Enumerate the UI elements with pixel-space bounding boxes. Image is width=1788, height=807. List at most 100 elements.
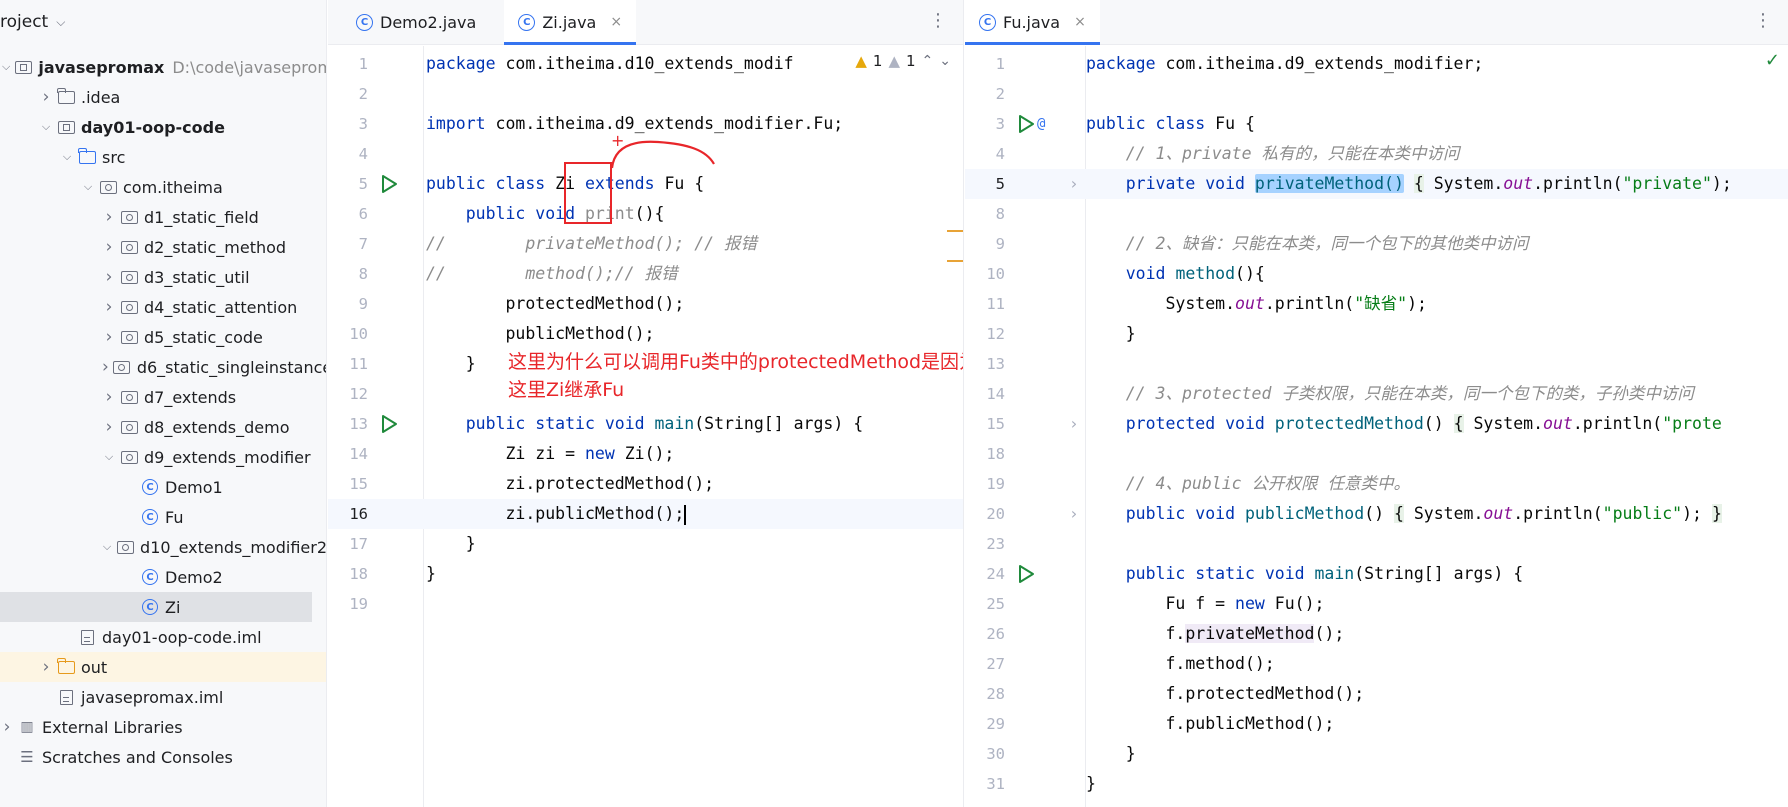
project-header[interactable]: roject ⌵	[0, 0, 326, 44]
tree-item-idea[interactable]: › .idea	[0, 82, 326, 112]
tab-zi-java[interactable]: C Zi.java ×	[504, 0, 637, 45]
line-number[interactable]: 11	[965, 289, 1005, 319]
line-number[interactable]: 28	[965, 679, 1005, 709]
chevron-down-icon[interactable]: ⌵	[56, 15, 65, 30]
code-line[interactable]: 14 Zi zi = new Zi();	[328, 439, 963, 469]
chevron-down-icon[interactable]: ⌵	[81, 180, 95, 194]
code-line[interactable]: 13 public static void main(String[] args…	[328, 409, 963, 439]
tree-item-d9[interactable]: ⌵ d9_extends_modifier	[0, 442, 326, 472]
tree-item-d10[interactable]: ⌵ d10_extends_modifier2	[0, 532, 326, 562]
tree-item-iml[interactable]: day01-oop-code.iml	[0, 622, 326, 652]
code-line[interactable]: 5 public class Zi extends Fu {	[328, 169, 963, 199]
code-line[interactable]: 12	[328, 379, 963, 409]
inspection-widget[interactable]: ▲ 1 ▲ 1 ⌃ ⌄	[849, 52, 951, 70]
code-line[interactable]: 4 // 1、private 私有的，只能在本类中访问	[965, 139, 1788, 169]
code-line[interactable]: 1 package com.itheima.d9_extends_modifier…	[965, 49, 1788, 79]
code-line[interactable]: 19	[328, 589, 963, 619]
chevron-down-icon[interactable]: ⌵	[39, 120, 53, 134]
tree-item-d4[interactable]: › d4_static_attention	[0, 292, 326, 322]
code-line[interactable]: 2	[328, 79, 963, 109]
close-tab-icon[interactable]: ×	[610, 14, 622, 30]
code-line[interactable]: 24 public static void main(String[] args…	[965, 559, 1788, 589]
line-number[interactable]: 30	[965, 739, 1005, 769]
chevron-down-icon[interactable]: ⌵	[2, 60, 10, 74]
code-line[interactable]: 10 publicMethod();	[328, 319, 963, 349]
line-number[interactable]: 9	[965, 229, 1005, 259]
chevron-right-icon[interactable]: ›	[39, 87, 53, 107]
tree-item-ext-libs[interactable]: › ▥ External Libraries	[0, 712, 326, 742]
code-line[interactable]: 14 // 3、protected 子类权限，只能在本类，同一个包下的类，子孙类…	[965, 379, 1788, 409]
code-line[interactable]: 9 protectedMethod();	[328, 289, 963, 319]
line-number[interactable]: 4	[328, 139, 368, 169]
line-number[interactable]: 1	[965, 49, 1005, 79]
run-gutter-icon[interactable]	[380, 414, 398, 434]
close-tab-icon[interactable]: ×	[1074, 14, 1086, 30]
tree-item-out[interactable]: › out	[0, 652, 326, 682]
tree-item-root-iml[interactable]: javasepromax.iml	[0, 682, 326, 712]
tab-menu-icon[interactable]: ⋮	[929, 10, 947, 31]
code-line[interactable]: 20 › public void publicMethod() { System.…	[965, 499, 1788, 529]
tree-item-d2[interactable]: › d2_static_method	[0, 232, 326, 262]
line-number[interactable]: 4	[965, 139, 1005, 169]
chevron-right-icon[interactable]: ›	[39, 657, 53, 677]
tree-item-day01[interactable]: ⌵ day01-oop-code	[0, 112, 326, 142]
warning-marker[interactable]	[947, 260, 963, 262]
code-line[interactable]: 2	[965, 79, 1788, 109]
chevron-right-icon[interactable]: ›	[0, 717, 14, 737]
line-number[interactable]: 14	[965, 379, 1005, 409]
line-number[interactable]: 29	[965, 709, 1005, 739]
chevron-right-icon[interactable]: ›	[102, 417, 116, 437]
line-number[interactable]: 2	[328, 79, 368, 109]
code-line[interactable]: 7 // privateMethod(); // 报错	[328, 229, 963, 259]
code-line[interactable]: 30 }	[965, 739, 1788, 769]
code-area[interactable]: 1 package com.itheima.d10_extends_modif 2 3…	[328, 46, 963, 807]
tree-item-d5[interactable]: › d5_static_code	[0, 322, 326, 352]
code-line[interactable]: 25 Fu f = new Fu();	[965, 589, 1788, 619]
code-line[interactable]: 3 import com.itheima.d9_extends_modifier.…	[328, 109, 963, 139]
line-number[interactable]: 5	[328, 169, 368, 199]
line-number[interactable]: 6	[328, 199, 368, 229]
line-number[interactable]: 13	[965, 349, 1005, 379]
line-number[interactable]: 15	[965, 409, 1005, 439]
code-line[interactable]: 23	[965, 529, 1788, 559]
tree-item-d1[interactable]: › d1_static_field	[0, 202, 326, 232]
tab-demo2-java[interactable]: C Demo2.java	[342, 0, 490, 44]
chevron-right-icon[interactable]: ›	[102, 327, 116, 347]
previous-problem-icon[interactable]: ⌃	[922, 53, 934, 69]
code-line[interactable]: 5 › private void privateMethod() { System…	[965, 169, 1788, 199]
line-number[interactable]: 17	[328, 529, 368, 559]
tab-menu-icon[interactable]: ⋮	[1754, 10, 1772, 31]
next-problem-icon[interactable]: ⌄	[939, 53, 951, 69]
line-number[interactable]: 18	[965, 439, 1005, 469]
line-number[interactable]: 27	[965, 649, 1005, 679]
line-number[interactable]: 9	[328, 289, 368, 319]
code-line[interactable]: 15 zi.protectedMethod();	[328, 469, 963, 499]
tree-item-pkg-itheima[interactable]: ⌵ com.itheima	[0, 172, 326, 202]
line-number[interactable]: 18	[328, 559, 368, 589]
code-line[interactable]: 8 // method();// 报错	[328, 259, 963, 289]
fold-expand-icon[interactable]: ›	[1069, 499, 1079, 529]
line-number[interactable]: 10	[965, 259, 1005, 289]
line-number[interactable]: 16	[328, 499, 368, 529]
chevron-right-icon[interactable]: ›	[102, 357, 109, 377]
implemented-icon[interactable]: @	[1037, 109, 1045, 139]
tree-item-d8[interactable]: › d8_extends_demo	[0, 412, 326, 442]
line-number[interactable]: 12	[965, 319, 1005, 349]
line-number[interactable]: 5	[965, 169, 1005, 199]
code-line[interactable]: 8	[965, 199, 1788, 229]
line-number[interactable]: 8	[965, 199, 1005, 229]
code-line[interactable]: 12 }	[965, 319, 1788, 349]
chevron-right-icon[interactable]: ›	[102, 237, 116, 257]
code-line[interactable]: 26 f.privateMethod();	[965, 619, 1788, 649]
code-line[interactable]: 28 f.protectedMethod();	[965, 679, 1788, 709]
code-line[interactable]: 29 f.publicMethod();	[965, 709, 1788, 739]
chevron-right-icon[interactable]: ›	[102, 207, 116, 227]
tree-item-zi[interactable]: C Zi	[0, 592, 312, 622]
tree-item-d7[interactable]: › d7_extends	[0, 382, 326, 412]
code-line[interactable]: 9 // 2、缺省：只能在本类，同一个包下的其他类中访问	[965, 229, 1788, 259]
line-number[interactable]: 20	[965, 499, 1005, 529]
line-number[interactable]: 10	[328, 319, 368, 349]
chevron-down-icon[interactable]: ⌵	[102, 450, 116, 464]
tree-item-demo1[interactable]: C Demo1	[0, 472, 326, 502]
tree-item-scratches[interactable]: ☰ Scratches and Consoles	[0, 742, 326, 772]
